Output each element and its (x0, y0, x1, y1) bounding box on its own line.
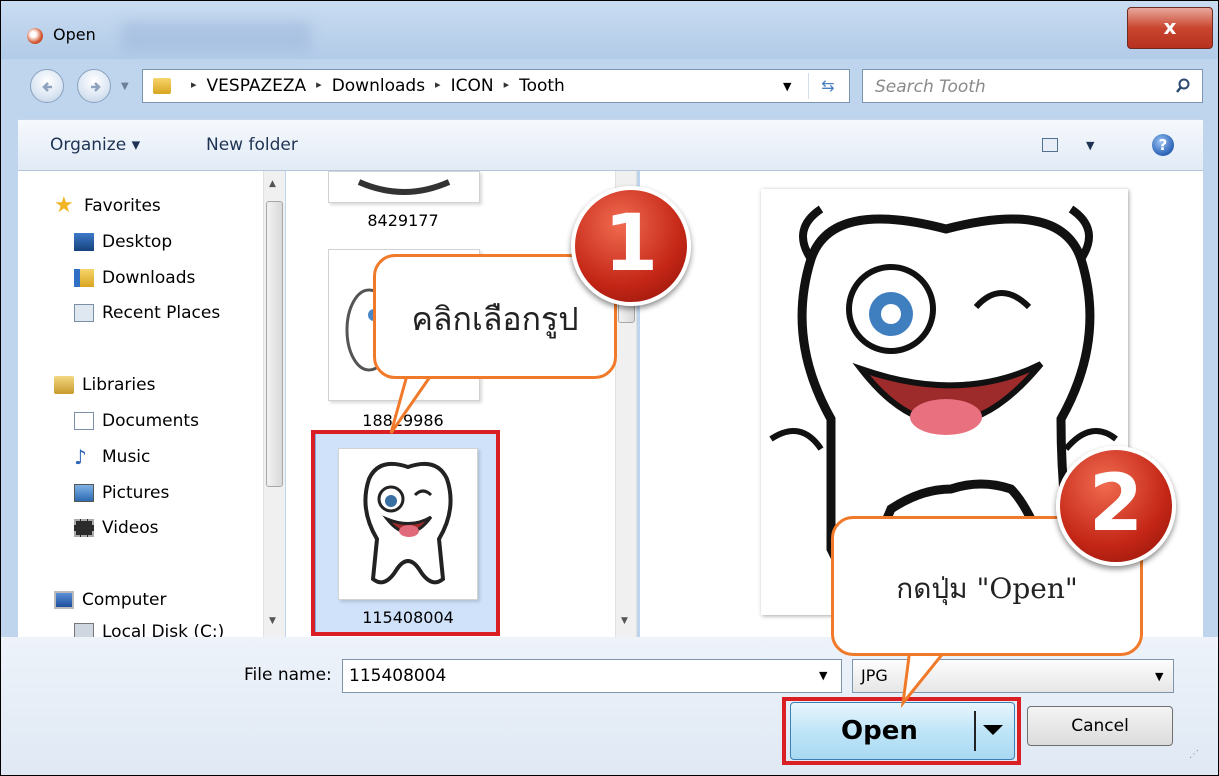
address-bar[interactable]: ▸ VESPAZEZA ▸ Downloads ▸ ICON ▸ Tooth ▼… (142, 69, 850, 103)
nav-item-label: Recent Places (102, 303, 221, 323)
search-box[interactable] (862, 69, 1203, 103)
forward-arrow-icon (91, 82, 101, 92)
drive-icon (74, 623, 94, 637)
documents-icon (74, 412, 94, 430)
nav-item-downloads[interactable]: Downloads (74, 263, 195, 293)
window-title: Open (53, 25, 96, 44)
nav-item-label: Favorites (84, 196, 161, 216)
nav-item-label: Downloads (102, 268, 196, 288)
nav-item-videos[interactable]: Videos (74, 513, 159, 543)
videos-icon (74, 519, 94, 537)
navigation-scrollbar[interactable]: ▲ ▼ (263, 171, 285, 637)
scrollbar-thumb[interactable] (266, 201, 283, 487)
close-button[interactable]: x (1127, 7, 1213, 49)
file-name-field[interactable]: 115408004 (342, 659, 842, 693)
nav-item-label: Computer (82, 590, 167, 610)
file-thumbnail[interactable] (328, 171, 480, 203)
downloads-folder-icon (74, 269, 94, 287)
nav-item-label: Videos (102, 518, 159, 538)
desktop-icon (74, 233, 94, 251)
nav-item-recent-places[interactable]: Recent Places (74, 298, 220, 328)
nav-item-label: Documents (102, 411, 199, 431)
app-icon (27, 28, 43, 44)
breadcrumb-separator[interactable]: ▸ (316, 78, 322, 98)
organize-menu[interactable]: Organize ▾ (50, 135, 140, 155)
breadcrumb-separator[interactable]: ▸ (504, 78, 510, 98)
breadcrumb: ▸ VESPAZEZA ▸ Downloads ▸ ICON ▸ Tooth (181, 76, 565, 96)
address-dropdown-icon[interactable]: ▼ (783, 80, 791, 93)
search-input[interactable] (873, 75, 1157, 99)
title-blur (121, 21, 311, 51)
nav-item-favorites[interactable]: ★ Favorites (54, 191, 161, 221)
step-2-badge: 2 (1056, 446, 1176, 566)
recent-places-icon (74, 304, 94, 322)
forward-button[interactable] (77, 69, 111, 103)
open-dialog: Open x ▼ ▸ VESPAZEZA ▸ Downloads ▸ ICON … (0, 0, 1219, 776)
breadcrumb-vespazeza[interactable]: VESPAZEZA (207, 76, 307, 96)
breadcrumb-downloads[interactable]: Downloads (332, 76, 425, 96)
title-bar[interactable]: Open x (1, 1, 1218, 59)
command-bar: Organize ▾ New folder ▼ ? (18, 119, 1203, 171)
nav-item-label: Libraries (82, 375, 156, 395)
scroll-down-arrow-icon[interactable]: ▼ (621, 616, 628, 626)
breadcrumb-icon[interactable]: ICON (451, 76, 494, 96)
nav-item-computer[interactable]: Computer (54, 585, 167, 615)
refresh-icon[interactable]: ⇆ (808, 73, 847, 99)
nav-item-desktop[interactable]: Desktop (74, 227, 172, 257)
folder-icon (153, 78, 171, 94)
nav-item-music[interactable]: ♪ Music (74, 442, 150, 472)
file-name-label: File name: (244, 665, 332, 685)
change-view-icon[interactable] (1042, 138, 1058, 152)
breadcrumb-separator: ▸ (191, 78, 197, 91)
view-dropdown-icon[interactable]: ▼ (1086, 139, 1094, 152)
nav-item-libraries[interactable]: Libraries (54, 370, 155, 400)
resize-grip-icon[interactable]: ⋰ (1189, 749, 1199, 760)
chevron-down-icon: ▼ (1155, 670, 1164, 683)
file-type-value: JPG (861, 666, 888, 685)
step-1-badge: 1 (571, 186, 691, 306)
star-icon: ★ (54, 193, 74, 218)
help-icon[interactable]: ? (1152, 134, 1174, 156)
nav-item-label: Desktop (102, 232, 173, 252)
search-icon[interactable] (1175, 78, 1191, 94)
nav-item-label: Music (102, 447, 151, 467)
computer-icon (54, 591, 74, 609)
breadcrumb-tooth[interactable]: Tooth (519, 76, 565, 96)
file-name-dropdown-icon[interactable]: ▼ (819, 669, 827, 682)
nav-item-pictures[interactable]: Pictures (74, 478, 169, 508)
new-folder-button[interactable]: New folder (206, 135, 298, 155)
nav-item-documents[interactable]: Documents (74, 406, 199, 436)
navigation-pane: ★ Favorites Desktop Downloads Recent Plac… (18, 171, 263, 637)
history-dropdown-icon[interactable]: ▼ (121, 81, 129, 92)
libraries-icon (54, 376, 74, 394)
scroll-up-arrow-icon[interactable]: ▲ (269, 179, 276, 189)
music-icon: ♪ (74, 445, 87, 469)
nav-item-local-disk[interactable]: Local Disk (C:) (74, 617, 224, 637)
nav-item-label: Pictures (102, 483, 170, 503)
highlight-selected-file (311, 430, 500, 636)
breadcrumb-separator[interactable]: ▸ (435, 78, 441, 98)
cancel-button[interactable]: Cancel (1027, 706, 1173, 746)
back-arrow-icon (42, 82, 52, 92)
file-name-8429177[interactable]: 8429177 (328, 211, 478, 230)
scroll-down-arrow-icon[interactable]: ▼ (269, 616, 276, 626)
back-button[interactable] (30, 69, 64, 103)
nav-item-label: Local Disk (C:) (102, 622, 225, 637)
pictures-icon (74, 484, 94, 502)
